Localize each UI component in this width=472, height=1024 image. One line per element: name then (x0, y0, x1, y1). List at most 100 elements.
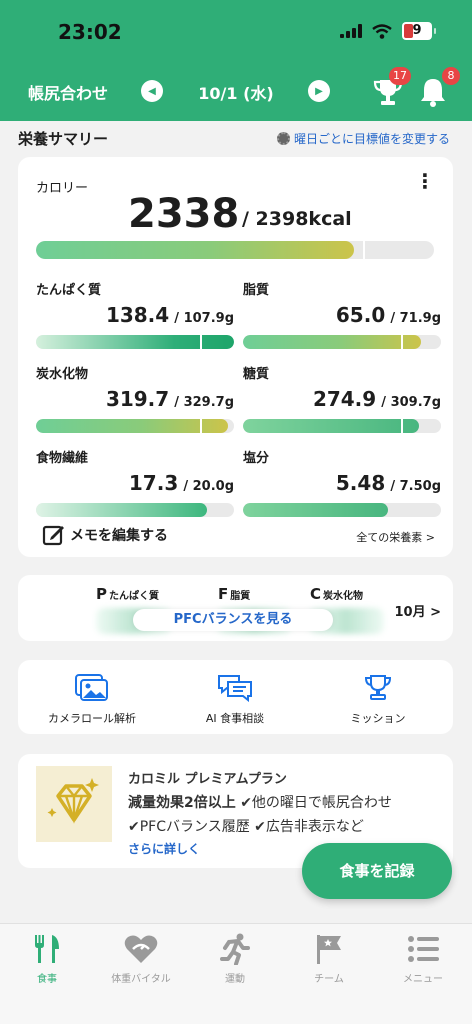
nutrient-goal: / 107.9g (174, 311, 234, 326)
nutrient-goal: / 7.50g (390, 479, 441, 494)
notification-button[interactable]: 8 (418, 67, 460, 109)
summary-header: 栄養サマリー 曜日ごとに目標値を変更する (18, 128, 450, 148)
nutrient-name: 塩分 (243, 451, 270, 466)
calorie-value: 2338 (128, 191, 240, 237)
trophy-button[interactable]: 17 (371, 67, 411, 109)
more-options-icon[interactable]: ⋮ (415, 171, 435, 191)
all-nutrients-link[interactable]: 全ての栄養素 > (356, 529, 435, 545)
pfc-c-letter: C (310, 585, 322, 603)
battery-level: 9 (412, 23, 422, 38)
status-time: 23:02 (58, 20, 122, 44)
fat-progress-bar (243, 335, 441, 349)
nutrient-fiber[interactable]: 食物繊維 17.3 / 20.0g (36, 447, 234, 517)
nutrient-name: 糖質 (243, 367, 270, 382)
status-icons: 9 (340, 22, 436, 40)
current-date[interactable]: 10/1 (水) (178, 80, 294, 104)
tab-meal[interactable]: 食事 (0, 932, 94, 985)
tab-exercise[interactable]: 運動 (188, 932, 282, 985)
view-pfc-balance-button[interactable]: PFCバランスを見る (133, 609, 333, 631)
chat-icon (218, 675, 252, 702)
menu-list-icon (408, 936, 439, 962)
arrow-left-icon: ◀ (148, 85, 156, 97)
pfc-protein-header: P たんぱく質 (96, 585, 159, 603)
edit-memo-button[interactable]: メモを編集する (42, 523, 168, 547)
nutrient-value: 274.9 (312, 387, 377, 411)
nutrient-value: 319.7 (105, 387, 170, 411)
nutrient-goal: / 71.9g (390, 311, 441, 326)
salt-progress-fill (243, 503, 388, 517)
fiber-progress-fill (36, 503, 208, 517)
nutrient-protein[interactable]: たんぱく質 138.4 / 107.9g (36, 279, 234, 349)
tab-team[interactable]: チーム (282, 932, 376, 985)
tab-label: 体重バイタル (111, 974, 171, 985)
sugar-progress-bar (243, 419, 441, 433)
nutrient-name: 脂質 (243, 283, 270, 298)
feature-label: カメラロール解析 (48, 712, 136, 725)
nutrient-fat[interactable]: 脂質 65.0 / 71.9g (243, 279, 441, 349)
next-day-button[interactable]: ▶ (308, 80, 330, 102)
tab-weight-vitals[interactable]: 体重バイタル (94, 932, 188, 985)
photo-gallery-icon (75, 674, 108, 701)
tab-label: チーム (314, 974, 344, 985)
mission-button[interactable]: ミッション (308, 674, 448, 726)
nutrient-value: 138.4 (105, 303, 170, 327)
pfc-f-letter: F (218, 585, 229, 603)
calorie-progress-fill (36, 241, 355, 259)
pfc-f-label: 脂質 (230, 591, 251, 602)
nutrient-value: 5.48 (335, 471, 386, 495)
pfc-carbs-header: C 炭水化物 (310, 585, 363, 603)
diamond-icon (47, 778, 99, 824)
record-meal-button[interactable]: 食事を記録 (302, 843, 452, 899)
tab-label: 食事 (37, 974, 57, 985)
running-icon (220, 933, 250, 965)
pfc-balance-card[interactable]: P たんぱく質 F 脂質 C 炭水化物 PFCバランスを見る 10月 > (18, 575, 453, 641)
premium-diamond-image (36, 766, 112, 842)
edit-icon (42, 525, 64, 546)
edit-memo-label: メモを編集する (70, 528, 168, 544)
premium-benefits-line2: ✔PFCバランス履歴 ✔広告非表示など (128, 819, 364, 835)
camera-roll-analysis-button[interactable]: カメラロール解析 (22, 674, 162, 726)
premium-benefits-line1: 減量効果2倍以上 ✔他の曜日で帳尻合わせ (128, 792, 392, 812)
battery-icon: 9 (402, 22, 436, 40)
trophy-icon (364, 675, 392, 700)
tab-label: メニュー (403, 974, 443, 985)
ai-meal-consult-button[interactable]: AI 食事相談 (165, 674, 305, 726)
pfc-p-label: たんぱく質 (109, 591, 159, 602)
pfc-c-label: 炭水化物 (323, 591, 364, 602)
tab-menu[interactable]: メニュー (376, 932, 470, 985)
carbs-progress-bar (36, 419, 234, 433)
nutrient-goal: / 20.0g (183, 479, 234, 494)
pfc-month-link[interactable]: 10月 > (394, 601, 441, 620)
arrow-right-icon: ▶ (315, 85, 323, 97)
sugar-progress-fill (243, 419, 420, 433)
salt-progress-bar (243, 503, 441, 517)
change-goal-link[interactable]: 曜日ごとに目標値を変更する (276, 130, 450, 147)
nutrient-carbs[interactable]: 炭水化物 319.7 / 329.7g (36, 363, 234, 433)
premium-more-link[interactable]: さらに詳しく (128, 840, 200, 857)
nutrient-sugar[interactable]: 糖質 274.9 / 309.7g (243, 363, 441, 433)
nutrient-goal: / 329.7g (174, 395, 234, 410)
features-card: カメラロール解析 AI 食事相談 ミッション (18, 660, 453, 734)
premium-title: カロミル プレミアムプラン (128, 772, 287, 787)
calorie-goal: / 2398kcal (242, 208, 352, 230)
premium-benefit: ✔他の曜日で帳尻合わせ (240, 795, 392, 811)
protein-progress-bar (36, 335, 234, 349)
protein-progress-fill (36, 335, 234, 349)
wifi-icon (372, 23, 392, 39)
bell-badge: 8 (442, 67, 460, 85)
premium-benefit-main: 減量効果2倍以上 (128, 795, 236, 811)
change-goal-label: 曜日ごとに目標値を変更する (293, 132, 450, 146)
fat-progress-fill (243, 335, 422, 349)
trophy-badge: 17 (389, 67, 411, 85)
signal-icon (340, 24, 362, 38)
flag-icon (317, 935, 341, 964)
nutrient-salt[interactable]: 塩分 5.48 / 7.50g (243, 447, 441, 517)
nutrient-name: たんぱく質 (36, 283, 102, 298)
prev-day-button[interactable]: ◀ (141, 80, 163, 102)
tab-label: 運動 (225, 974, 245, 985)
nutrient-goal: / 309.7g (381, 395, 441, 410)
calorie-progress-bar (36, 241, 434, 259)
nutrition-summary-card: カロリー ⋮ 2338 / 2398kcal たんぱく質 138.4 / 107… (18, 157, 453, 557)
nutrient-value: 17.3 (128, 471, 179, 495)
pfc-p-letter: P (96, 585, 107, 603)
